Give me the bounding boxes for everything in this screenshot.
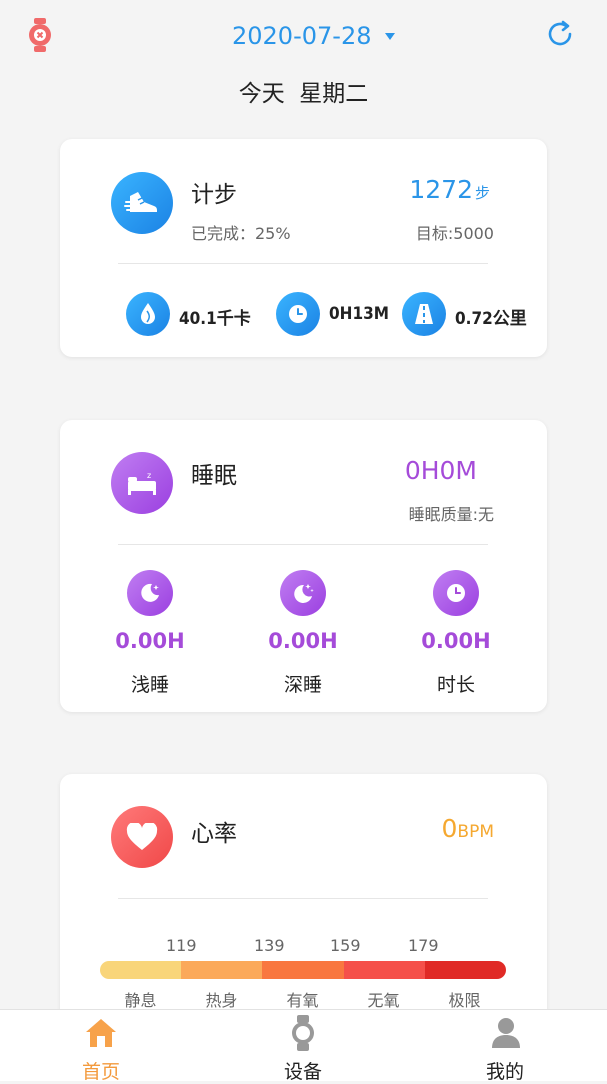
user-icon (491, 1017, 521, 1049)
heart-title: 心率 (191, 821, 237, 847)
sleep-total-label: 时长 (436, 674, 475, 696)
sleep-quality: 睡眠质量:无 (408, 505, 494, 524)
sleep-title: 睡眠 (191, 463, 237, 489)
zone-label: 静息 (124, 991, 157, 1010)
tab-mine[interactable]: 我的 (404, 1011, 606, 1083)
heart-zone-bar (100, 961, 506, 979)
zone-label: 极限 (448, 991, 481, 1010)
zone-segment (100, 961, 182, 979)
date-text: 2020-07-28 (232, 22, 372, 50)
zone-label: 有氧 (286, 991, 319, 1010)
distance-text: 0.72公里 (455, 309, 527, 329)
calories-text: 40.1千卡 (179, 309, 251, 329)
sleep-divider (118, 544, 488, 545)
road-icon (402, 292, 446, 336)
watch-disconnected-icon[interactable] (27, 18, 53, 52)
heart-unit: BPM (457, 822, 494, 842)
svg-text:z: z (147, 471, 151, 480)
zone-label: 热身 (205, 991, 238, 1010)
sleep-total-value: 0.00H (421, 629, 491, 653)
clock-icon (276, 292, 320, 336)
steps-completed: 已完成：25% (191, 224, 291, 243)
steps-value-group: 1272 步 (409, 175, 490, 204)
watch-icon (291, 1015, 315, 1051)
heart-rate-card[interactable]: 心率 0 BPM 119 139 159 179 静息 热身 有氧 无氧 极限 (60, 774, 547, 1034)
home-icon (84, 1017, 118, 1049)
moon-icon (127, 570, 173, 616)
light-sleep-label: 浅睡 (130, 674, 169, 696)
clock-icon (433, 570, 479, 616)
duration-text: 0H13M (329, 304, 389, 324)
heart-value: 0 (441, 814, 458, 843)
zone-segment (424, 961, 506, 979)
bed-icon: z (111, 452, 173, 514)
steps-divider (118, 263, 488, 264)
zone-segment (262, 961, 344, 979)
tab-device[interactable]: 设备 (202, 1011, 404, 1083)
zone-label: 无氧 (367, 991, 400, 1010)
steps-title: 计步 (191, 182, 237, 208)
threshold-label: 119 (166, 936, 197, 955)
threshold-label: 139 (254, 936, 285, 955)
zone-segment (343, 961, 425, 979)
steps-value: 1272 (409, 175, 473, 204)
threshold-label: 159 (330, 936, 361, 955)
day-label: 今天 星期二 (238, 81, 369, 107)
threshold-label: 179 (408, 936, 439, 955)
calories-icon (126, 292, 170, 336)
heart-divider (118, 898, 488, 899)
sleep-card[interactable]: z 睡眠 0H0M 睡眠质量:无 0.00H 浅睡 0.00H 深睡 0.00H… (60, 420, 547, 712)
chevron-down-icon (385, 32, 396, 40)
heart-icon (111, 806, 173, 868)
light-sleep-value: 0.00H (115, 629, 185, 653)
zone-segment (181, 961, 263, 979)
heart-value-group: 0 BPM (442, 814, 495, 843)
deep-sleep-value: 0.00H (268, 629, 338, 653)
sleep-value: 0H0M (404, 456, 477, 485)
shoe-icon (111, 172, 173, 234)
tab-home[interactable]: 首页 (0, 1011, 202, 1083)
date-selector[interactable]: 2020-07-28 (232, 20, 396, 52)
bottom-nav: 首页 设备 我的 (0, 1009, 607, 1083)
refresh-icon[interactable] (544, 18, 576, 50)
steps-card[interactable]: 计步 已完成：25% 1272 步 目标:5000 40.1千卡 0H13M 0… (60, 139, 547, 357)
moon-stars-icon (280, 570, 326, 616)
steps-target: 目标:5000 (415, 224, 494, 243)
deep-sleep-label: 深睡 (283, 674, 322, 696)
steps-unit: 步 (474, 184, 490, 202)
